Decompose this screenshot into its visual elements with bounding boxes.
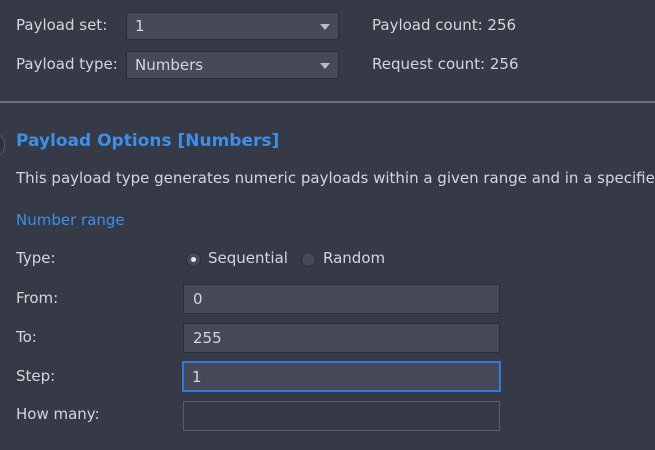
how-many-field[interactable] bbox=[183, 401, 500, 431]
from-field[interactable] bbox=[183, 284, 500, 314]
payload-set-label: Payload set: bbox=[16, 16, 108, 34]
payload-type-dropdown[interactable]: Numbers bbox=[126, 51, 339, 79]
type-label: Type: bbox=[16, 249, 56, 267]
payload-set-dropdown[interactable]: 1 bbox=[126, 12, 339, 40]
section-description: This payload type generates numeric payl… bbox=[16, 169, 655, 187]
sequential-label[interactable]: Sequential bbox=[208, 249, 288, 267]
payload-count-label: Payload count: 256 bbox=[372, 16, 517, 34]
collapse-section-button[interactable] bbox=[0, 133, 5, 157]
payload-type-value: Numbers bbox=[135, 56, 204, 74]
how-many-label: How many: bbox=[16, 405, 100, 423]
payload-type-label: Payload type: bbox=[16, 55, 118, 73]
random-label[interactable]: Random bbox=[323, 249, 385, 267]
section-title: Payload Options [Numbers] bbox=[16, 131, 280, 151]
to-label: To: bbox=[16, 328, 37, 346]
chevron-down-icon bbox=[320, 24, 330, 30]
request-count-label: Request count: 256 bbox=[372, 55, 519, 73]
request-count-value: 256 bbox=[489, 55, 519, 73]
chevron-down-icon bbox=[320, 63, 330, 69]
divider bbox=[0, 101, 655, 103]
number-range-heading: Number range bbox=[16, 211, 125, 229]
payload-set-value: 1 bbox=[135, 17, 145, 35]
to-field[interactable] bbox=[183, 323, 500, 353]
payload-count-value: 256 bbox=[487, 16, 517, 34]
from-label: From: bbox=[16, 289, 59, 307]
random-radio[interactable] bbox=[301, 252, 316, 267]
step-label: Step: bbox=[16, 367, 56, 385]
sequential-radio[interactable] bbox=[186, 252, 201, 267]
step-field[interactable] bbox=[182, 361, 501, 392]
payloads-panel: Payload set: 1 Payload count: 256 Payloa… bbox=[0, 0, 655, 450]
